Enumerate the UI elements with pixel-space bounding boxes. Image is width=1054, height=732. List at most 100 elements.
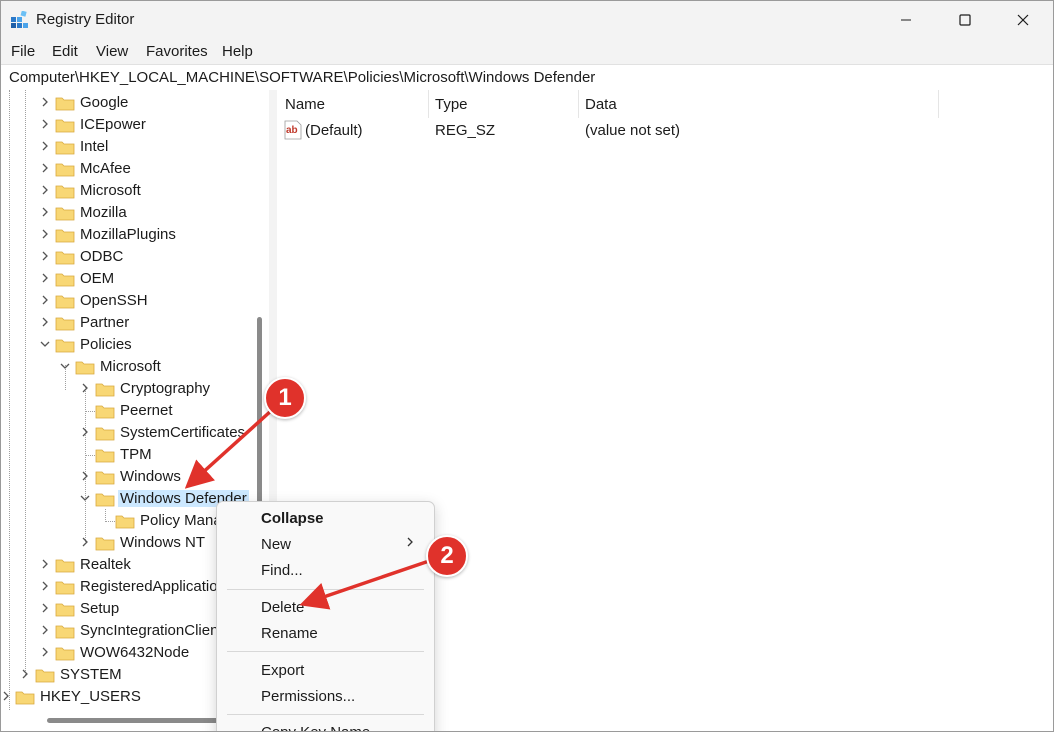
tree-item-label: Microsoft [100,358,161,375]
tree-item-windows[interactable]: Windows [1,466,269,488]
tree-item-oem[interactable]: OEM [1,268,269,290]
step-badge-1: 1 [264,377,306,419]
tree-item-mozillaplugins[interactable]: MozillaPlugins [1,224,269,246]
tree-item-microsoft[interactable]: Microsoft [1,180,269,202]
address-bar[interactable]: Computer\HKEY_LOCAL_MACHINE\SOFTWARE\Pol… [1,64,1053,91]
menu-edit[interactable]: Edit [52,43,78,60]
tree-item-openssh[interactable]: OpenSSH [1,290,269,312]
address-path[interactable]: Computer\HKEY_LOCAL_MACHINE\SOFTWARE\Pol… [9,69,595,86]
minimize-button[interactable] [881,1,931,39]
maximize-button[interactable] [940,1,990,39]
menu-item-rename[interactable]: Rename [261,625,318,642]
chevron-right-icon[interactable] [1,691,11,701]
tree-item-systemcertificates[interactable]: SystemCertificates [1,422,269,444]
close-button[interactable] [998,1,1048,39]
menu-favorites[interactable]: Favorites [146,43,208,60]
tree-item-label: ODBC [80,248,124,265]
column-divider[interactable] [428,90,429,118]
menu-view[interactable]: View [96,43,128,60]
tree-item-peernet[interactable]: Peernet [1,400,269,422]
tree-item-mozilla[interactable]: Mozilla [1,202,269,224]
menu-item-collapse[interactable]: Collapse [261,510,324,527]
menu-file[interactable]: File [11,43,35,60]
chevron-right-icon[interactable] [40,603,50,613]
chevron-right-icon[interactable] [80,383,90,393]
menu-item-copy-key-name[interactable]: Copy Key Name [261,724,370,731]
tree-item-label: Intel [80,138,109,155]
chevron-right-icon[interactable] [80,427,90,437]
chevron-right-icon[interactable] [40,229,50,239]
folder-icon [55,185,75,199]
chevron-right-icon[interactable] [40,559,50,569]
chevron-right-icon[interactable] [80,471,90,481]
menu-item-permissions[interactable]: Permissions... [261,688,355,705]
tree-item-label: McAfee [80,160,131,177]
folder-open-icon [95,493,115,507]
column-header-type[interactable]: Type [435,96,468,113]
chevron-down-icon[interactable] [40,339,50,349]
menu-item-export[interactable]: Export [261,662,304,679]
tree-item-policies[interactable]: Policies [1,334,269,356]
column-header-name[interactable]: Name [285,96,325,113]
chevron-right-icon[interactable] [40,163,50,173]
tree-item-label: Google [80,94,129,111]
chevron-right-icon[interactable] [40,647,50,657]
tree-item-policies-microsoft[interactable]: Microsoft [1,356,269,378]
folder-icon [95,471,115,485]
tree-item-mcafee[interactable]: McAfee [1,158,269,180]
folder-icon [95,427,115,441]
tree-item-label: Peernet [120,402,173,419]
tree-item-google[interactable]: Google [1,92,269,114]
menu-separator [227,589,424,590]
tree-item-partner[interactable]: Partner [1,312,269,334]
folder-icon [95,449,115,463]
folder-icon [55,97,75,111]
submenu-arrow-icon [407,537,413,547]
chevron-right-icon[interactable] [40,251,50,261]
folder-icon [55,229,75,243]
chevron-down-icon[interactable] [80,493,90,503]
chevron-right-icon[interactable] [40,185,50,195]
folder-icon [55,317,75,331]
folder-icon [55,647,75,661]
column-divider[interactable] [938,90,939,118]
menu-item-delete[interactable]: Delete [261,599,304,616]
value-row[interactable]: ab (Default) REG_SZ (value not set) [277,120,1053,142]
chevron-right-icon[interactable] [40,625,50,635]
folder-icon [55,625,75,639]
tree-item-label: Windows NT [120,534,206,551]
menu-item-new[interactable]: New [261,536,291,553]
tree-item-tpm[interactable]: TPM [1,444,269,466]
column-divider[interactable] [578,90,579,118]
folder-icon [55,119,75,133]
title-bar: Registry Editor [1,1,1053,39]
chevron-right-icon[interactable] [40,207,50,217]
chevron-right-icon[interactable] [40,273,50,283]
step-badge-2: 2 [426,535,468,577]
folder-icon [55,603,75,617]
menu-item-find[interactable]: Find... [261,562,303,579]
chevron-right-icon[interactable] [20,669,30,679]
tree-item-intel[interactable]: Intel [1,136,269,158]
string-value-icon: ab [284,120,302,140]
chevron-right-icon[interactable] [40,97,50,107]
chevron-right-icon[interactable] [80,537,90,547]
folder-open-icon [55,339,75,353]
tree-item-label: ICEpower [80,116,146,133]
tree-item-odbc[interactable]: ODBC [1,246,269,268]
chevron-down-icon[interactable] [60,361,70,371]
chevron-right-icon[interactable] [40,581,50,591]
chevron-right-icon[interactable] [40,141,50,151]
menu-help[interactable]: Help [222,43,253,60]
maximize-icon [959,14,971,26]
tree-item-label: OEM [80,270,115,287]
chevron-right-icon[interactable] [40,119,50,129]
tree-item-icepower[interactable]: ICEpower [1,114,269,136]
chevron-right-icon[interactable] [40,295,50,305]
tree-item-cryptography[interactable]: Cryptography [1,378,269,400]
chevron-right-icon[interactable] [40,317,50,327]
column-header-data[interactable]: Data [585,96,617,113]
tree-item-label: TPM [120,446,152,463]
menu-separator [227,651,424,652]
folder-open-icon [75,361,95,375]
